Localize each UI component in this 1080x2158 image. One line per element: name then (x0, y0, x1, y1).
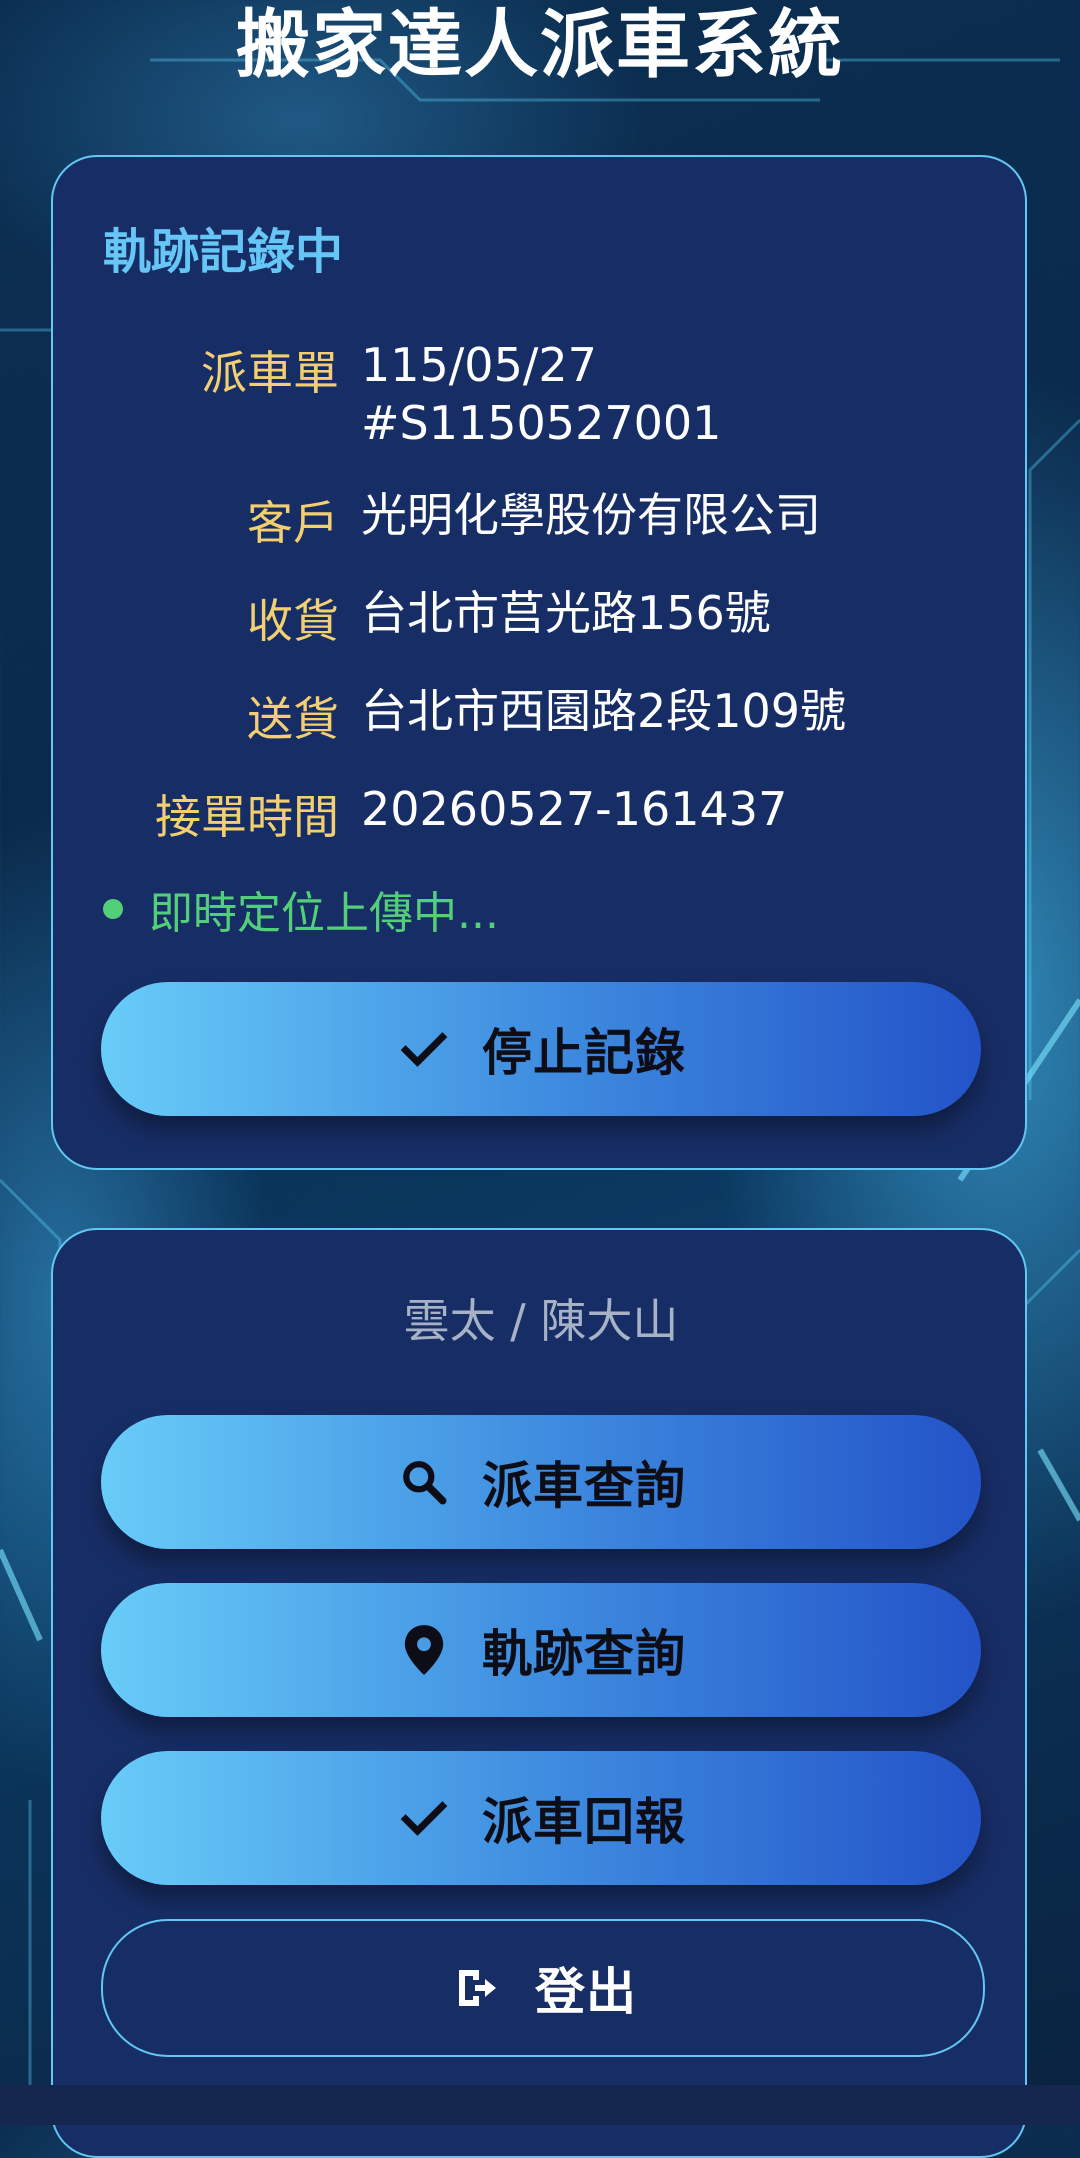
order-date: 115/05/27 (361, 338, 597, 392)
app-title: 搬家達人派車系統 (236, 2, 844, 88)
check-icon (396, 1021, 452, 1077)
track-query-label: 軌跡查詢 (482, 1625, 686, 1683)
tracking-heading: 軌跡記錄中 (103, 224, 344, 280)
user-info: 雲太 / 陳大山 (403, 1294, 679, 1348)
upload-status: 即時定位上傳中... (103, 877, 499, 941)
check-icon (396, 1790, 452, 1846)
accept-time-label: 接單時間 (155, 790, 339, 844)
delivery-label: 送貨 (247, 692, 339, 746)
search-icon (396, 1454, 452, 1510)
menu-card: 雲太 / 陳大山 派車查詢 軌跡查詢 派車回報 登出 (51, 1228, 1027, 2158)
bottom-bar (0, 2085, 1080, 2125)
accept-time-value: 20260527-161437 (361, 782, 788, 836)
stop-recording-button[interactable]: 停止記錄 (101, 982, 981, 1116)
logout-button[interactable]: 登出 (101, 1919, 985, 2057)
order-label: 派車單 (201, 346, 339, 400)
delivery-value: 台北市西園路2段109號 (361, 684, 847, 738)
pickup-value: 台北市莒光路156號 (361, 586, 771, 640)
dispatch-query-label: 派車查詢 (482, 1457, 686, 1515)
logout-label: 登出 (535, 1963, 637, 2021)
order-number: #S1150527001 (361, 396, 722, 450)
dispatch-report-label: 派車回報 (482, 1793, 686, 1851)
customer-value: 光明化學股份有限公司 (361, 488, 821, 542)
track-query-button[interactable]: 軌跡查詢 (101, 1583, 981, 1717)
logout-icon (449, 1960, 505, 2016)
status-dot-icon (103, 899, 123, 919)
dispatch-query-button[interactable]: 派車查詢 (101, 1415, 981, 1549)
location-pin-icon (396, 1622, 452, 1678)
pickup-label: 收貨 (247, 594, 339, 648)
tracking-card: 軌跡記錄中 派車單 115/05/27 #S1150527001 客戶 光明化學… (51, 155, 1027, 1170)
stop-recording-label: 停止記錄 (482, 1024, 686, 1082)
dispatch-report-button[interactable]: 派車回報 (101, 1751, 981, 1885)
status-text: 即時定位上傳中... (149, 888, 499, 939)
customer-label: 客戶 (247, 496, 339, 550)
